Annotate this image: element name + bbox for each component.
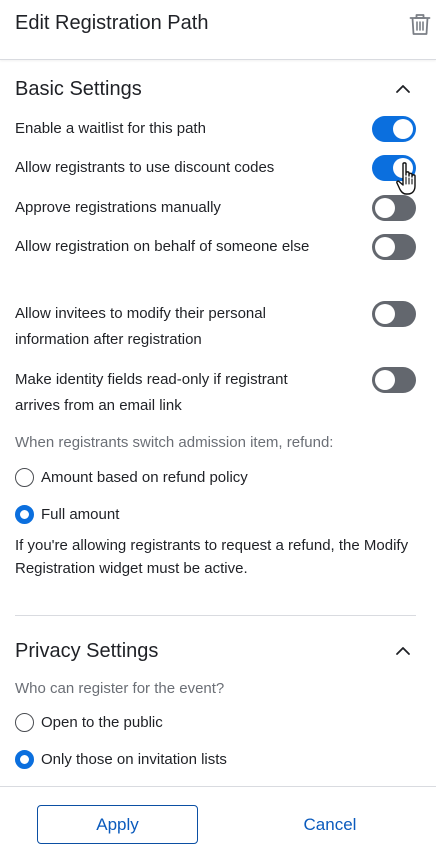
approve-manually-label: Approve registrations manually — [15, 199, 221, 216]
cancel-button[interactable]: Cancel — [270, 805, 390, 844]
on-behalf-toggle[interactable] — [372, 234, 416, 260]
refund-policy-radio[interactable] — [15, 468, 34, 487]
invitation-lists-radio[interactable] — [15, 750, 34, 769]
open-public-label[interactable]: Open to the public — [41, 713, 163, 733]
refund-policy-label[interactable]: Amount based on refund policy — [41, 468, 248, 488]
refund-note: If you're allowing registrants to reques… — [15, 537, 409, 577]
on-behalf-label: Allow registration on behalf of someone … — [15, 238, 310, 255]
identity-readonly-label: Make identity fields read-only if regist… — [15, 371, 288, 414]
hand-pointer-icon — [396, 162, 416, 195]
privacy-settings-title: Privacy Settings — [15, 640, 159, 662]
open-public-radio[interactable] — [15, 713, 34, 732]
full-amount-radio[interactable] — [15, 505, 34, 524]
panel-title: Edit Registration Path — [15, 12, 209, 34]
full-amount-label[interactable]: Full amount — [41, 505, 119, 525]
panel-header: Edit Registration Path — [0, 0, 436, 60]
modify-info-label: Allow invitees to modify their personal … — [15, 305, 266, 348]
discount-codes-label: Allow registrants to use discount codes — [15, 159, 275, 176]
basic-settings-title: Basic Settings — [15, 78, 142, 100]
toggle-knob — [375, 198, 395, 218]
chevron-up-icon[interactable] — [393, 641, 413, 661]
section-divider — [15, 615, 416, 616]
toggle-knob — [375, 304, 395, 324]
chevron-up-icon[interactable] — [393, 79, 413, 99]
toggle-knob — [375, 237, 395, 257]
privacy-question: Who can register for the event? — [15, 680, 225, 697]
waitlist-label: Enable a waitlist for this path — [15, 120, 206, 137]
refund-question: When registrants switch admission item, … — [15, 434, 334, 451]
invitation-lists-label[interactable]: Only those on invitation lists — [41, 750, 227, 770]
identity-readonly-toggle[interactable] — [372, 367, 416, 393]
apply-button[interactable]: Apply — [37, 805, 198, 844]
trash-icon[interactable] — [406, 10, 434, 38]
modify-info-toggle[interactable] — [372, 301, 416, 327]
toggle-knob — [393, 119, 413, 139]
waitlist-toggle[interactable] — [372, 116, 416, 142]
toggle-knob — [375, 370, 395, 390]
